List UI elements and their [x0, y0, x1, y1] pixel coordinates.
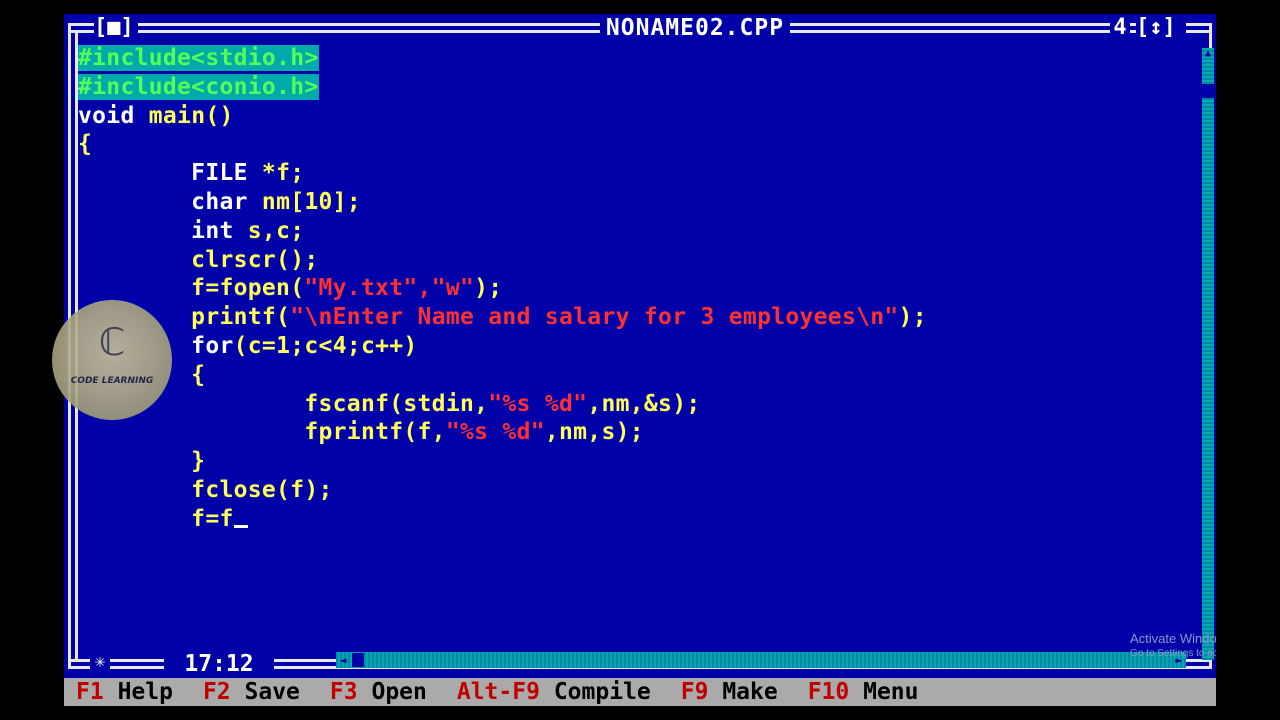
- text-cursor: [233, 524, 248, 528]
- code-token: main(): [148, 102, 234, 129]
- code-line[interactable]: for(c=1;c<4;c++): [78, 332, 1198, 361]
- code-token: #include<stdio.h>: [78, 45, 319, 71]
- scroll-up-arrow-icon[interactable]: ▲: [1202, 48, 1214, 60]
- vertical-scroll-thumb[interactable]: [1202, 84, 1214, 98]
- menu-item-make[interactable]: F9 Make: [681, 679, 778, 705]
- function-key: F9: [680, 679, 709, 705]
- code-token: ;c<: [290, 332, 333, 359]
- vertical-scrollbar[interactable]: ▲: [1202, 48, 1214, 660]
- code-token: fclose(f);: [78, 476, 333, 503]
- resize-corner-icon[interactable]: ✳: [90, 652, 110, 672]
- code-learning-logo: ℂ CODE LEARNING: [52, 300, 172, 420]
- window-number: 4: [1110, 14, 1130, 42]
- code-line[interactable]: #include<conio.h>: [78, 73, 1198, 102]
- code-token: int: [78, 217, 248, 244]
- code-line[interactable]: void main(): [78, 102, 1198, 131]
- menu-item-save[interactable]: F2 Save: [203, 679, 300, 705]
- code-line[interactable]: fprintf(f,"%s %d",nm,s);: [78, 418, 1198, 447]
- activate-windows-watermark: Activate Windows Go to Settings to activ…: [1130, 631, 1216, 659]
- code-token: }: [78, 448, 206, 475]
- code-line[interactable]: clrscr();: [78, 246, 1198, 275]
- activate-title: Activate Windows: [1130, 631, 1216, 646]
- function-label: Menu: [863, 679, 919, 705]
- function-label: Make: [722, 679, 778, 705]
- menu-item-menu[interactable]: F10 Menu: [808, 679, 919, 705]
- code-token: void: [78, 102, 149, 129]
- menu-item-open[interactable]: F3 Open: [330, 679, 427, 705]
- function-key: Alt-F9: [456, 679, 540, 705]
- function-key-bar: F1 Help F2 Save F3 Open Alt-F9 Compile F9 Ma…: [64, 678, 1216, 706]
- code-line[interactable]: fclose(f);: [78, 476, 1198, 505]
- code-line[interactable]: FILE *f;: [78, 159, 1198, 188]
- code-token: ];: [332, 188, 361, 215]
- code-token: nm[: [261, 188, 305, 215]
- function-key: F2: [202, 679, 231, 705]
- menu-item-help[interactable]: F1 Help: [76, 679, 173, 705]
- code-token: fprintf(f,: [78, 419, 446, 446]
- code-token: 10: [304, 188, 333, 215]
- ide-screen: [■] NONAME02.CPP 4 [↕] #include<stdio.h>…: [64, 14, 1216, 706]
- code-token: ;c++): [346, 332, 418, 359]
- menu-item-compile[interactable]: Alt-F9 Compile: [457, 679, 651, 705]
- code-token: "\nEnter Name and salary for 3 employees…: [290, 304, 899, 331]
- code-token: (c=: [233, 332, 277, 359]
- function-label: Open: [371, 679, 427, 705]
- function-key: F3: [329, 679, 358, 705]
- window-title: NONAME02.CPP: [600, 14, 790, 42]
- logo-mark-icon: ℂ: [98, 320, 126, 364]
- zoom-window-button[interactable]: [↕]: [1136, 14, 1186, 42]
- code-token: *f;: [261, 160, 305, 187]
- logo-text: CODE LEARNING: [70, 376, 154, 386]
- code-token: "%s %d": [445, 419, 545, 446]
- code-token: 4: [332, 332, 347, 359]
- function-key: F1: [76, 679, 104, 705]
- activate-subtitle: Go to Settings to activate Windows.: [1130, 648, 1216, 659]
- close-window-button[interactable]: [■]: [94, 14, 138, 42]
- code-token: );: [474, 275, 503, 302]
- function-label: Compile: [553, 679, 651, 705]
- code-token: ,nm,&s);: [587, 390, 701, 417]
- function-key: F10: [807, 679, 850, 705]
- horizontal-scroll-thumb[interactable]: [352, 653, 364, 667]
- code-token: s,c;: [247, 217, 305, 244]
- code-token: #include<conio.h>: [78, 73, 319, 100]
- code-token: f=f: [78, 505, 234, 532]
- code-token: clrscr();: [78, 246, 319, 273]
- code-token: FILE: [78, 160, 262, 187]
- code-line[interactable]: {: [78, 130, 1198, 159]
- code-line[interactable]: f=f: [78, 505, 1198, 534]
- horizontal-scrollbar[interactable]: ◄ ►: [336, 652, 1186, 668]
- cursor-position: 17:12: [164, 650, 274, 678]
- code-token: );: [898, 304, 927, 331]
- code-editor[interactable]: #include<stdio.h> #include<conio.h> void m…: [78, 44, 1198, 644]
- code-token: f=fopen(: [78, 275, 305, 302]
- scroll-left-arrow-icon[interactable]: ◄: [336, 652, 350, 668]
- code-line[interactable]: printf("\nEnter Name and salary for 3 em…: [78, 303, 1198, 332]
- code-line[interactable]: fscanf(stdin,"%s %d",nm,&s);: [78, 390, 1198, 419]
- function-label: Help: [117, 679, 173, 705]
- code-line[interactable]: #include<stdio.h>: [78, 44, 1198, 73]
- close-button-label: [■]: [94, 15, 134, 40]
- zoom-button-label: [↕]: [1136, 15, 1176, 40]
- code-line[interactable]: int s,c;: [78, 217, 1198, 246]
- code-token: char: [78, 188, 262, 215]
- code-token: "My.txt","w": [304, 275, 475, 302]
- code-line[interactable]: char nm[10];: [78, 188, 1198, 217]
- code-line[interactable]: }: [78, 447, 1198, 476]
- code-line[interactable]: {: [78, 361, 1198, 390]
- code-token: 1: [276, 332, 291, 359]
- function-label: Save: [244, 679, 300, 705]
- code-token: ,nm,s);: [544, 419, 644, 446]
- code-token: {: [78, 131, 93, 158]
- code-token: "%s %d": [488, 390, 588, 417]
- code-line[interactable]: f=fopen("My.txt","w");: [78, 274, 1198, 303]
